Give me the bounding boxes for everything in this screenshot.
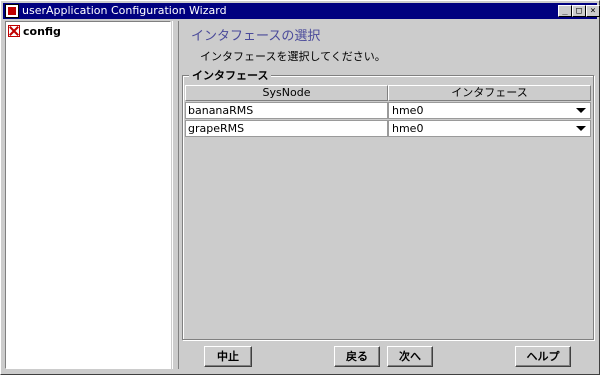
help-button[interactable]: ヘルプ [515, 346, 571, 367]
cancel-button[interactable]: 中止 [204, 346, 252, 367]
config-icon [8, 25, 20, 37]
sysnode-cell: bananaRMS [185, 102, 388, 119]
dropdown-arrow-icon[interactable] [576, 108, 586, 113]
interface-select[interactable]: hme0 [388, 120, 591, 137]
interface-select-value: hme0 [392, 122, 424, 135]
title-bar[interactable]: userApplication Configuration Wizard _ □… [3, 3, 600, 19]
column-header-sysnode[interactable]: SysNode [185, 85, 388, 101]
table-header: SysNode インタフェース [185, 85, 591, 101]
maximize-button[interactable]: □ [572, 5, 586, 17]
group-label: インタフェース [189, 67, 272, 83]
config-tree[interactable]: config [5, 21, 171, 369]
split-pane-divider[interactable] [172, 21, 179, 369]
sysnode-cell: grapeRMS [185, 120, 388, 137]
table-row: grapeRMS hme0 [185, 120, 591, 137]
interface-select-value: hme0 [392, 104, 424, 117]
wizard-window: userApplication Configuration Wizard _ □… [0, 0, 600, 375]
interface-select[interactable]: hme0 [388, 102, 591, 119]
window-title: userApplication Configuration Wizard [22, 4, 227, 17]
table-row: bananaRMS hme0 [185, 102, 591, 119]
dropdown-arrow-icon[interactable] [576, 126, 586, 131]
java-app-icon [5, 4, 19, 18]
interface-table: SysNode インタフェース bananaRMS hme0 grapeRMS … [185, 85, 591, 137]
close-button[interactable]: × [586, 5, 600, 17]
column-header-interface[interactable]: インタフェース [388, 85, 591, 101]
tree-item-label: config [23, 24, 61, 38]
minimize-button[interactable]: _ [558, 5, 572, 17]
next-button[interactable]: 次へ [387, 346, 433, 367]
page-title: インタフェースの選択 [191, 29, 321, 44]
back-button[interactable]: 戻る [334, 346, 380, 367]
tree-item-config[interactable]: config [8, 24, 61, 38]
instruction-text: インタフェースを選択してください。 [200, 50, 386, 63]
